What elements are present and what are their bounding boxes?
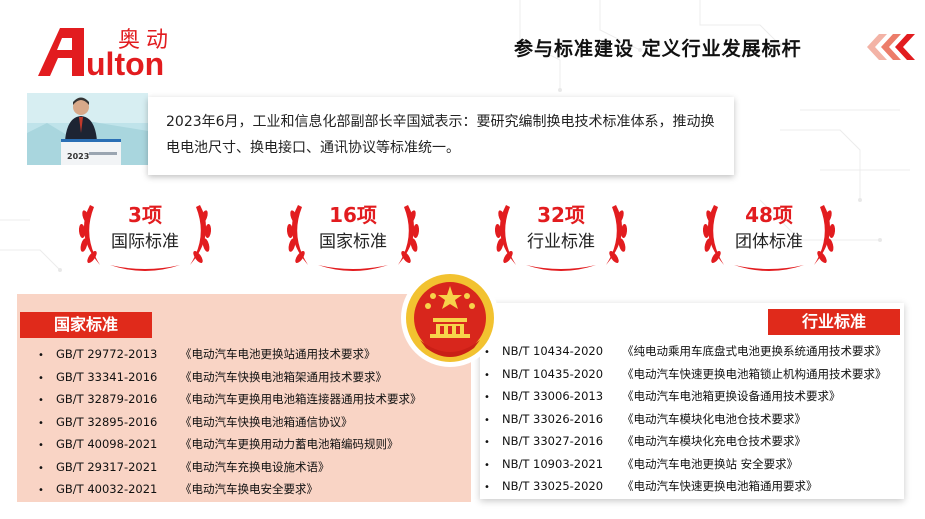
list-item: • GB/T 40032-2021 《电动汽车换电安全要求》 [38,478,422,501]
standard-code: NB/T 33025-2020 [502,479,604,493]
list-item: • NB/T 10435-2020 《电动汽车快速更换电池箱锁止机构通用技术要求》 [484,363,887,386]
bullet: • [38,372,44,384]
list-item: • GB/T 29772-2013 《电动汽车电池更换站通用技术要求》 [38,343,422,366]
standard-code: NB/T 33026-2016 [502,411,604,426]
bullet: • [38,350,44,361]
standard-title: 《电动汽车充换电设施术语》 [180,459,330,474]
bullet: • [484,347,490,358]
bullet: • [484,414,490,426]
standard-title: 《电动汽车模块化充电仓技术要求》 [622,434,806,448]
bullet: • [484,437,490,448]
standard-title: 《电动汽车换电安全要求》 [180,482,318,496]
bullet: • [484,459,490,471]
standard-title: 《电动汽车更换用动力蓄电池箱编码规则》 [180,437,399,451]
standard-code: GB/T 29317-2021 [56,459,158,474]
list-item: • GB/T 32895-2016 《电动汽车快换电池箱通信协议》 [38,411,422,434]
stat-number: 16项 [329,203,377,227]
stat-number: 3项 [128,203,162,227]
stat-number: 32项 [537,203,585,227]
standard-code: GB/T 40098-2021 [56,437,158,451]
stat-label: 国际标准 [111,232,179,252]
bullet: • [38,462,44,474]
standard-code: GB/T 32895-2016 [56,414,158,429]
bullet: • [38,417,44,429]
bullet: • [38,395,44,406]
list-item: • GB/T 40098-2021 《电动汽车更换用动力蓄电池箱编码规则》 [38,433,422,456]
podium-banner-text: 2023 [67,152,89,161]
quote-text: 2023年6月，工业和信息化部副部长辛国斌表示：要研究编制换电技术标准体系，推动… [166,114,715,156]
stat-industry: 32项 行业标准 [486,195,636,275]
standard-title: 《电动汽车电池箱更换设备通用技术要求》 [622,389,841,403]
national-standards-list: • GB/T 29772-2013 《电动汽车电池更换站通用技术要求》 • GB/T … [38,343,422,501]
stat-national: 16项 国家标准 [278,195,428,275]
standard-title: 《电动汽车快换电池箱通信协议》 [180,414,353,429]
list-item: • NB/T 33006-2013 《电动汽车电池箱更换设备通用技术要求》 [484,385,887,408]
list-item: • NB/T 33025-2020 《电动汽车快速更换电池箱通用要求》 [484,475,887,498]
list-item: • NB/T 10434-2020 《纯电动乘用车底盘式电池更换系统通用技术要求》 [484,340,887,363]
standard-title: 《电动汽车电池更换站 安全要求》 [622,456,799,471]
standard-title: 《电动汽车更换用电池箱连接器通用技术要求》 [180,392,422,406]
speaker-photo-image: 2023 [27,93,148,165]
aulton-logo: 奥动 ulton [38,20,178,82]
stat-label: 行业标准 [527,232,595,252]
standard-code: NB/T 10434-2020 [502,344,604,358]
chevrons-left-icon [867,34,915,60]
standard-title: 《电动汽车电池更换站通用技术要求》 [180,347,376,361]
bullet: • [484,482,490,493]
standard-code: GB/T 33341-2016 [56,369,158,384]
list-item: • GB/T 29317-2021 《电动汽车充换电设施术语》 [38,456,422,479]
slide: 奥动 ulton 参与标准建设 定义行业发展标杆 2023 2023年6月，工业… [0,0,925,519]
standard-code: GB/T 32879-2016 [56,392,158,406]
standard-code: GB/T 40032-2021 [56,482,158,496]
list-item: • NB/T 10903-2021 《电动汽车电池更换站 安全要求》 [484,453,887,476]
stat-label: 国家标准 [319,232,387,252]
bullet: • [484,392,490,403]
standard-code: NB/T 33027-2016 [502,434,604,448]
bullet: • [484,369,490,381]
stat-group: 48项 团体标准 [694,195,844,275]
stat-label: 团体标准 [735,232,803,252]
stat-international: 3项 国际标准 [70,195,220,275]
national-standards-tag: 国家标准 [20,312,152,338]
quote-box: 2023年6月，工业和信息化部副部长辛国斌表示：要研究编制换电技术标准体系，推动… [148,97,734,175]
list-item: • NB/T 33027-2016 《电动汽车模块化充电仓技术要求》 [484,430,887,453]
standard-code: NB/T 33006-2013 [502,389,604,403]
standard-title: 《电动汽车快速更换电池箱锁止机构通用技术要求》 [622,366,887,381]
standard-title: 《纯电动乘用车底盘式电池更换系统通用技术要求》 [622,344,887,358]
list-item: • GB/T 33341-2016 《电动汽车快换电池箱架通用技术要求》 [38,366,422,389]
list-item: • GB/T 32879-2016 《电动汽车更换用电池箱连接器通用技术要求》 [38,388,422,411]
speaker-photo: 2023 [27,93,148,165]
stat-number: 48项 [745,203,793,227]
bullet: • [38,440,44,451]
standard-title: 《电动汽车快速更换电池箱通用要求》 [622,479,818,493]
standard-code: GB/T 29772-2013 [56,347,158,361]
industry-standards-tag: 行业标准 [768,309,900,335]
logo-a-mark-icon [38,28,84,76]
logo-wordmark: ulton [86,46,165,82]
list-item: • NB/T 33026-2016 《电动汽车模块化电池仓技术要求》 [484,408,887,431]
bullet: • [38,485,44,496]
industry-standards-list: • NB/T 10434-2020 《纯电动乘用车底盘式电池更换系统通用技术要求》 … [484,340,887,498]
standard-code: NB/T 10435-2020 [502,366,604,381]
standard-title: 《电动汽车模块化电池仓技术要求》 [622,411,806,426]
standard-title: 《电动汽车快换电池箱架通用技术要求》 [180,369,387,384]
page-title: 参与标准建设 定义行业发展标杆 [514,38,802,60]
standard-code: NB/T 10903-2021 [502,456,604,471]
